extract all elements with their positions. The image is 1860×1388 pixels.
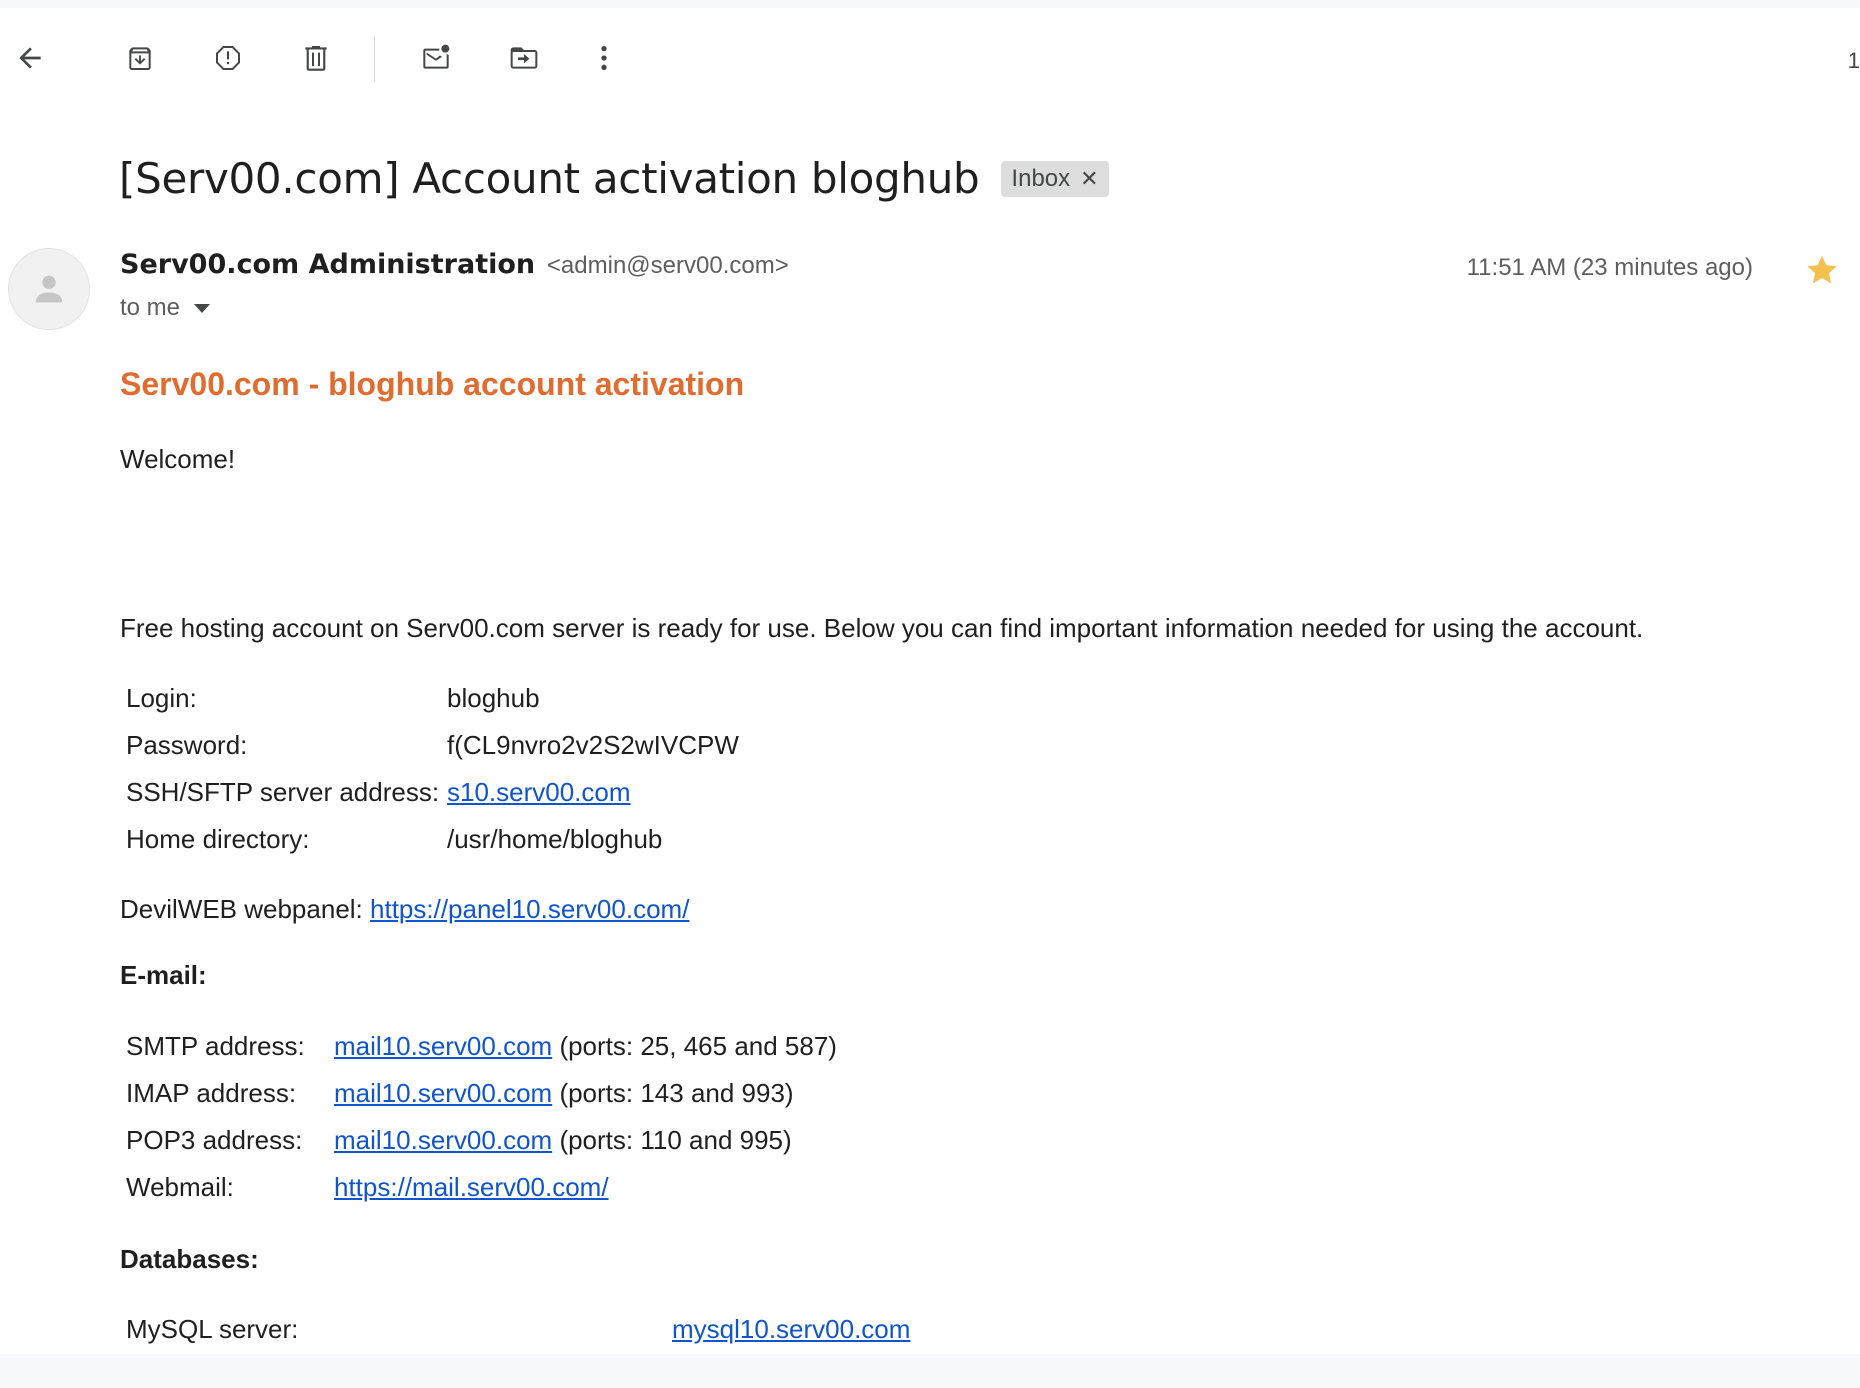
inbox-label-chip[interactable]: Inbox ✕ bbox=[1001, 160, 1109, 197]
account-value: bloghub bbox=[447, 683, 540, 713]
smtp-link[interactable]: mail10.serv00.com bbox=[334, 1031, 552, 1061]
webmail-link[interactable]: https://mail.serv00.com/ bbox=[334, 1172, 609, 1202]
sender-line: Serv00.com Administration <admin@serv00.… bbox=[120, 248, 789, 280]
toolbar-divider bbox=[374, 36, 375, 82]
account-label: Password: bbox=[126, 730, 248, 760]
remove-label-icon[interactable]: ✕ bbox=[1080, 166, 1098, 192]
welcome-text: Welcome! bbox=[120, 444, 236, 474]
smtp-ports: (ports: 25, 465 and 587) bbox=[559, 1031, 837, 1061]
person-icon bbox=[35, 275, 63, 303]
mark-unread-button[interactable] bbox=[412, 34, 460, 82]
email-row-label: POP3 address: bbox=[126, 1125, 303, 1155]
page-count: 1 bbox=[1847, 48, 1860, 73]
trash-icon bbox=[305, 46, 327, 71]
mysql-link[interactable]: mysql10.serv00.com bbox=[672, 1314, 910, 1345]
archive-icon bbox=[129, 47, 151, 70]
message-toolbar: 1 bbox=[0, 8, 1860, 104]
email-row-label: SMTP address: bbox=[126, 1031, 305, 1061]
back-button[interactable] bbox=[6, 34, 54, 82]
webpanel-label: DevilWEB webpanel: bbox=[120, 894, 363, 924]
more-options-button[interactable] bbox=[580, 34, 628, 82]
account-value: /usr/home/bloghub bbox=[447, 824, 663, 854]
db-row-label: MySQL server: bbox=[126, 1314, 299, 1344]
more-vert-icon bbox=[601, 46, 607, 70]
email-section-heading: E-mail: bbox=[120, 960, 207, 990]
chevron-down-icon bbox=[194, 303, 211, 313]
avatar[interactable] bbox=[8, 248, 90, 330]
message-panel: 1 [Serv00.com] Account activation bloghu… bbox=[0, 8, 1860, 1354]
report-spam-icon bbox=[216, 46, 240, 70]
account-label: SSH/SFTP server address: bbox=[126, 777, 440, 807]
email-heading: Serv00.com - bloghub account activation bbox=[120, 366, 745, 402]
pop3-link[interactable]: mail10.serv00.com bbox=[334, 1125, 552, 1155]
imap-link[interactable]: mail10.serv00.com bbox=[334, 1078, 552, 1108]
archive-button[interactable] bbox=[116, 34, 164, 82]
account-label: Home directory: bbox=[126, 824, 310, 854]
webpanel-line: DevilWEB webpanel: https://panel10.serv0… bbox=[120, 894, 689, 925]
account-label: Login: bbox=[126, 683, 197, 713]
move-to-folder-icon bbox=[510, 47, 538, 69]
mark-unread-icon bbox=[423, 44, 450, 69]
email-row-label: IMAP address: bbox=[126, 1078, 297, 1108]
delete-button[interactable] bbox=[292, 34, 340, 82]
label-name: Inbox bbox=[1011, 164, 1071, 192]
star-icon[interactable] bbox=[1804, 252, 1840, 288]
sender-name[interactable]: Serv00.com Administration bbox=[120, 249, 535, 280]
pop3-ports: (ports: 110 and 995) bbox=[559, 1125, 792, 1155]
subject-row: [Serv00.com] Account activation bloghub … bbox=[119, 154, 1109, 203]
webpanel-link[interactable]: https://panel10.serv00.com/ bbox=[370, 894, 689, 924]
ssh-server-link[interactable]: s10.serv00.com bbox=[447, 777, 631, 808]
email-subject: [Serv00.com] Account activation bloghub bbox=[119, 154, 980, 203]
databases-section-heading: Databases: bbox=[120, 1244, 259, 1274]
report-spam-button[interactable] bbox=[204, 34, 252, 82]
account-value: f(CL9nvro2v2S2wIVCPW bbox=[447, 730, 739, 760]
recipient-details-toggle[interactable]: to me bbox=[120, 294, 211, 322]
move-to-button[interactable] bbox=[500, 34, 548, 82]
email-row-label: Webmail: bbox=[126, 1172, 234, 1202]
intro-text: Free hosting account on Serv00.com serve… bbox=[120, 613, 1644, 643]
message-timestamp: 11:51 AM (23 minutes ago) bbox=[1466, 254, 1753, 281]
arrow-left-icon bbox=[19, 47, 41, 69]
sender-email: <admin@serv00.com> bbox=[546, 252, 789, 279]
recipient-text: to me bbox=[120, 294, 181, 321]
imap-ports: (ports: 143 and 993) bbox=[559, 1078, 794, 1108]
